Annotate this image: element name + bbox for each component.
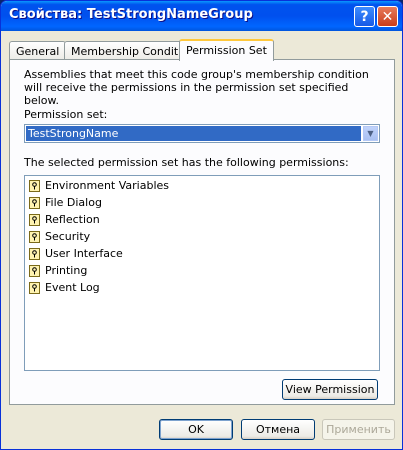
lock-icon: [29, 247, 40, 260]
permission-name: User Interface: [45, 247, 123, 260]
list-item[interactable]: File Dialog: [29, 194, 102, 211]
panel-description: Assemblies that meet this code group's m…: [24, 68, 369, 107]
permission-set-label: Permission set:: [24, 108, 108, 121]
close-button[interactable]: ✕: [377, 6, 398, 27]
permission-name: Reflection: [45, 213, 100, 226]
list-item[interactable]: User Interface: [29, 245, 123, 262]
permission-name: File Dialog: [45, 196, 102, 209]
dropdown-arrow-button[interactable]: ▼: [363, 126, 378, 141]
lock-icon: [29, 230, 40, 243]
permission-set-selected-value: TestStrongName: [26, 126, 361, 141]
permission-set-dropdown[interactable]: TestStrongName ▼: [24, 124, 380, 143]
list-item[interactable]: Event Log: [29, 279, 100, 296]
permissions-list[interactable]: Environment Variables File Dialog Reflec…: [24, 175, 380, 371]
apply-button[interactable]: Применить: [322, 419, 395, 440]
list-item[interactable]: Security: [29, 228, 90, 245]
lock-icon: [29, 179, 40, 192]
title-bar[interactable]: Свойства: TestStrongNameGroup ? ✕: [1, 1, 402, 31]
help-icon: ?: [360, 8, 369, 25]
cancel-button[interactable]: Отмена: [241, 419, 315, 440]
permission-name: Environment Variables: [45, 179, 170, 192]
help-button[interactable]: ?: [354, 6, 375, 27]
permission-name: Event Log: [45, 281, 100, 294]
lock-icon: [29, 281, 40, 294]
permission-name: Printing: [45, 264, 88, 277]
list-item[interactable]: Reflection: [29, 211, 100, 228]
view-permission-button[interactable]: View Permission: [282, 379, 378, 400]
window-title: Свойства: TestStrongNameGroup: [9, 7, 253, 22]
lock-icon: [29, 213, 40, 226]
properties-dialog: Свойства: TestStrongNameGroup ? ✕ Genera…: [0, 0, 403, 450]
permissions-list-label: The selected permission set has the foll…: [24, 156, 349, 169]
tab-permission-set[interactable]: Permission Set: [179, 39, 274, 61]
permission-name: Security: [45, 230, 91, 243]
list-item[interactable]: Printing: [29, 262, 87, 279]
permission-set-panel: Assemblies that meet this code group's m…: [9, 59, 395, 405]
tab-general[interactable]: General: [9, 41, 67, 60]
lock-icon: [29, 196, 40, 209]
lock-icon: [29, 264, 40, 277]
list-item[interactable]: Environment Variables: [29, 177, 169, 194]
chevron-down-icon: ▼: [367, 129, 374, 138]
close-icon: ✕: [381, 8, 394, 25]
ok-button[interactable]: OK: [159, 419, 233, 440]
